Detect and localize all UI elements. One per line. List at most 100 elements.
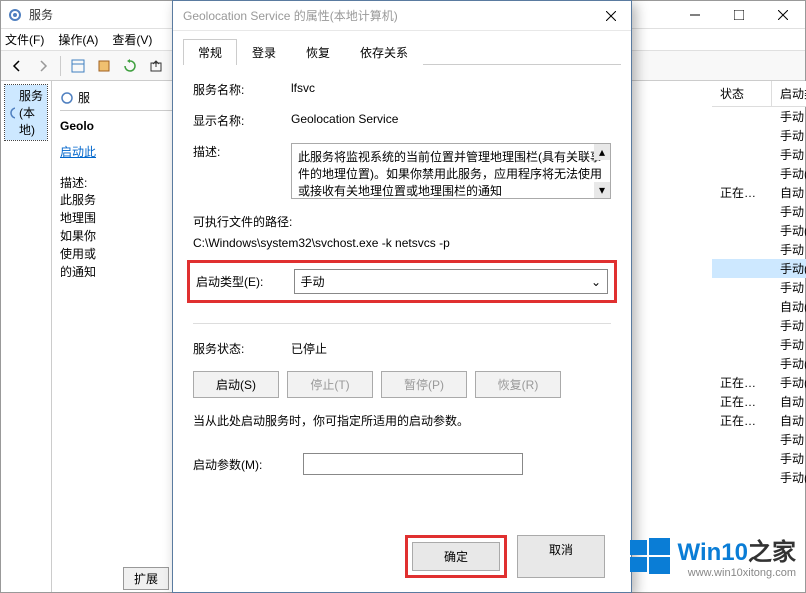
list-item[interactable]: 正在…自动 bbox=[712, 392, 806, 411]
list-item[interactable]: 手动 bbox=[712, 126, 806, 145]
exe-path-value: C:\Windows\system32\svchost.exe -k netsv… bbox=[193, 236, 611, 250]
close-button[interactable] bbox=[761, 1, 805, 29]
column-status[interactable]: 状态 bbox=[712, 81, 772, 106]
cell-startup: 手动(触发… bbox=[772, 221, 806, 240]
list-item[interactable]: 自动(延迟… bbox=[712, 297, 806, 316]
stop-button: 停止(T) bbox=[287, 371, 373, 398]
cell-status: 正在… bbox=[712, 411, 772, 430]
list-item[interactable]: 手动 bbox=[712, 449, 806, 468]
cell-startup: 手动 bbox=[772, 335, 806, 354]
column-startup[interactable]: 启动类型 bbox=[772, 81, 806, 106]
startup-type-select[interactable]: 手动 ⌄ bbox=[294, 269, 608, 294]
export-icon[interactable] bbox=[144, 54, 168, 78]
list-item[interactable]: 手动(触发… bbox=[712, 164, 806, 183]
cell-status: 正在… bbox=[712, 373, 772, 392]
list-item[interactable]: 手动 bbox=[712, 202, 806, 221]
services-tree: 服务(本地) bbox=[1, 81, 52, 592]
list-item[interactable]: 正在…自动 bbox=[712, 183, 806, 202]
cell-status: 正在… bbox=[712, 392, 772, 411]
cell-startup: 自动(延迟… bbox=[772, 297, 806, 316]
start-params-note: 当从此处启动服务时，你可指定所适用的启动参数。 bbox=[193, 412, 611, 429]
list-item[interactable]: 手动 bbox=[712, 335, 806, 354]
list-item[interactable]: 手动(触发… bbox=[712, 468, 806, 487]
list-item[interactable]: 手动(触发… bbox=[712, 221, 806, 240]
cell-status bbox=[712, 221, 772, 240]
cancel-button[interactable]: 取消 bbox=[517, 535, 605, 578]
cell-startup: 手动 bbox=[772, 449, 806, 468]
start-params-label: 启动参数(M): bbox=[193, 456, 303, 473]
cell-startup: 手动 bbox=[772, 126, 806, 145]
tab-general[interactable]: 常规 bbox=[183, 39, 237, 65]
display-name-value: Geolocation Service bbox=[291, 112, 611, 126]
chevron-down-icon: ⌄ bbox=[591, 275, 601, 289]
refresh-icon[interactable] bbox=[118, 54, 142, 78]
list-item[interactable]: 手动(触发… bbox=[712, 354, 806, 373]
cell-status bbox=[712, 297, 772, 316]
list-item[interactable]: 正在…自动 bbox=[712, 411, 806, 430]
menu-view[interactable]: 查看(V) bbox=[112, 31, 152, 48]
cell-startup: 手动(触发… bbox=[772, 354, 806, 373]
cell-status bbox=[712, 126, 772, 145]
dialog-close-button[interactable] bbox=[591, 1, 631, 31]
description-box: 此服务将监视系统的当前位置并管理地理围栏(具有关联事件的地理位置)。如果你禁用此… bbox=[291, 143, 611, 199]
cell-status bbox=[712, 468, 772, 487]
cell-startup: 手动(触发… bbox=[772, 259, 806, 278]
cell-startup: 自动 bbox=[772, 183, 806, 202]
description-text: 此服务将监视系统的当前位置并管理地理围栏(具有关联事件的地理位置)。如果你禁用此… bbox=[298, 150, 602, 198]
forward-button[interactable] bbox=[31, 54, 55, 78]
cell-status bbox=[712, 316, 772, 335]
cell-startup: 手动 bbox=[772, 316, 806, 335]
cell-startup: 手动(触发… bbox=[772, 373, 806, 392]
list-item[interactable]: 手动 bbox=[712, 107, 806, 126]
list-item[interactable]: 手动 bbox=[712, 430, 806, 449]
gear-icon bbox=[7, 7, 23, 23]
gear-icon bbox=[9, 106, 15, 120]
divider bbox=[193, 323, 611, 324]
watermark-url: www.win10xitong.com bbox=[678, 567, 796, 579]
tab-dependencies[interactable]: 依存关系 bbox=[345, 39, 423, 65]
exe-path-label: 可执行文件的路径: bbox=[193, 213, 611, 230]
bottom-tab-extended[interactable]: 扩展 bbox=[123, 567, 169, 590]
windows-logo-icon bbox=[630, 536, 670, 576]
properties-icon[interactable] bbox=[92, 54, 116, 78]
cell-status bbox=[712, 145, 772, 164]
detail-panel-title: 服 bbox=[78, 89, 90, 106]
minimize-button[interactable] bbox=[673, 1, 717, 29]
properties-dialog: Geolocation Service 的属性(本地计算机) 常规 登录 恢复 … bbox=[172, 0, 632, 593]
cell-startup: 手动 bbox=[772, 145, 806, 164]
list-item[interactable]: 手动 bbox=[712, 240, 806, 259]
start-params-input[interactable] bbox=[303, 453, 523, 475]
dialog-title: Geolocation Service 的属性(本地计算机) bbox=[173, 1, 631, 31]
cell-startup: 手动(触发… bbox=[772, 164, 806, 183]
startup-type-label: 启动类型(E): bbox=[196, 273, 294, 290]
list-item[interactable]: 手动 bbox=[712, 145, 806, 164]
scroll-up-icon[interactable]: ▴ bbox=[594, 144, 610, 160]
cell-status bbox=[712, 240, 772, 259]
scroll-down-icon[interactable]: ▾ bbox=[594, 182, 610, 198]
maximize-button[interactable] bbox=[717, 1, 761, 29]
service-name-value: lfsvc bbox=[291, 81, 611, 95]
list-item[interactable]: 手动 bbox=[712, 278, 806, 297]
back-button[interactable] bbox=[5, 54, 29, 78]
tree-root-label: 服务(本地) bbox=[19, 87, 43, 138]
list-item[interactable]: 正在…手动(触发… bbox=[712, 373, 806, 392]
tab-logon[interactable]: 登录 bbox=[237, 39, 291, 65]
description-label: 描述: bbox=[193, 143, 291, 160]
cell-startup: 手动 bbox=[772, 240, 806, 259]
start-button[interactable]: 启动(S) bbox=[193, 371, 279, 398]
watermark: Win10之家 www.win10xitong.com bbox=[630, 532, 796, 579]
cell-status bbox=[712, 107, 772, 126]
resume-button: 恢复(R) bbox=[475, 371, 561, 398]
services-list: 状态 启动类型 手动手动手动手动(触发…正在…自动手动手动(触发…手动手动(触发… bbox=[712, 81, 806, 592]
tab-recovery[interactable]: 恢复 bbox=[291, 39, 345, 65]
ok-button[interactable]: 确定 bbox=[412, 542, 500, 571]
list-item[interactable]: 手动 bbox=[712, 316, 806, 335]
pause-button: 暂停(P) bbox=[381, 371, 467, 398]
cell-startup: 自动 bbox=[772, 392, 806, 411]
menu-file[interactable]: 文件(F) bbox=[5, 31, 44, 48]
tree-root-item[interactable]: 服务(本地) bbox=[5, 85, 47, 140]
list-item[interactable]: 手动(触发… bbox=[712, 259, 806, 278]
startup-type-value: 手动 bbox=[301, 273, 325, 290]
detail-view-icon[interactable] bbox=[66, 54, 90, 78]
menu-operation[interactable]: 操作(A) bbox=[58, 31, 98, 48]
